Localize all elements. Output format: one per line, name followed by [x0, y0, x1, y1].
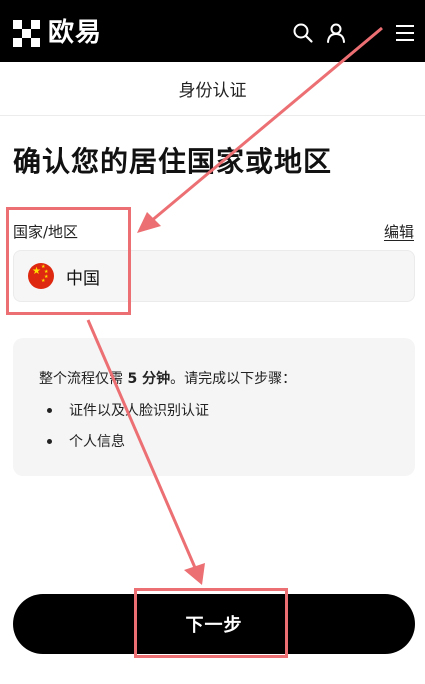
- edit-country-link[interactable]: 编辑: [384, 221, 414, 242]
- annotation-box-next: [134, 588, 288, 658]
- okx-logo[interactable]: 欧易: [13, 20, 102, 47]
- step-label: 个人信息: [69, 434, 125, 450]
- user-icon[interactable]: [325, 22, 347, 44]
- list-item: 个人信息: [47, 431, 125, 451]
- lead-prefix: 整个流程仅需: [39, 371, 128, 387]
- step-label: 证件以及人脸识别认证: [69, 403, 209, 419]
- logo-text: 欧易: [48, 18, 103, 48]
- annotation-arrowhead: [137, 212, 161, 233]
- annotation-box-country: [6, 207, 131, 315]
- subheader-title: 身份认证: [178, 81, 247, 101]
- page-title: 确认您的居住国家或地区: [13, 145, 333, 178]
- process-duration-text: 整个流程仅需 5 分钟。请完成以下步骤：: [39, 368, 296, 388]
- page-subheader: 身份认证: [0, 62, 425, 116]
- search-icon[interactable]: [292, 22, 314, 44]
- menu-icon[interactable]: [394, 22, 416, 44]
- bullet-icon: [47, 407, 52, 413]
- lead-suffix: 。请完成以下步骤：: [170, 371, 297, 387]
- annotation-arrowhead: [184, 563, 205, 585]
- top-navigation-bar: 欧易: [0, 0, 425, 62]
- process-info-card: 整个流程仅需 5 分钟。请完成以下步骤： 证件以及人脸识别认证 个人信息: [13, 338, 415, 476]
- bullet-icon: [47, 438, 52, 444]
- okx-logo-icon: [13, 20, 40, 47]
- list-item: 证件以及人脸识别认证: [47, 400, 209, 420]
- lead-duration: 5 分钟: [127, 371, 171, 387]
